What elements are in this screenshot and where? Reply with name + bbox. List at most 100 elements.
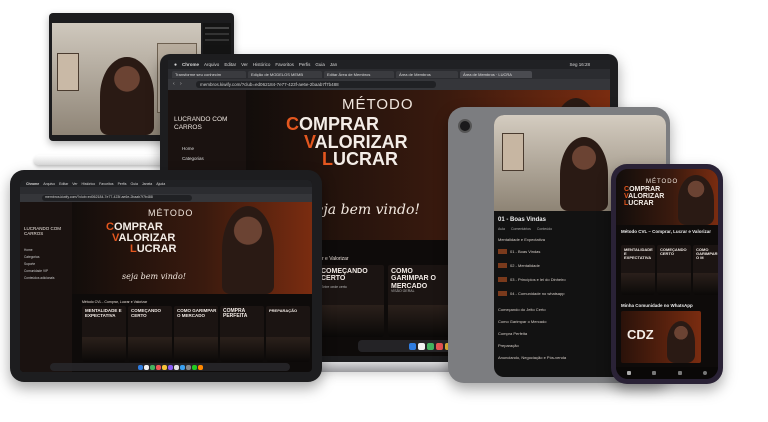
tablet-left-tabbar bbox=[20, 187, 312, 194]
metodo-label: MÉTODO bbox=[148, 208, 194, 218]
play-icon[interactable] bbox=[677, 371, 682, 375]
browser-tab[interactable]: Área de Membros bbox=[396, 70, 458, 78]
forward-icon[interactable]: › bbox=[180, 81, 182, 87]
sidebar-title: LUCRANDO COM CARROS bbox=[24, 226, 62, 237]
menu-chrome[interactable]: Chrome bbox=[182, 62, 199, 67]
community-card[interactable]: CDZ bbox=[621, 311, 701, 363]
menu-ver[interactable]: Ver bbox=[241, 62, 248, 67]
presenter-avatar bbox=[100, 57, 154, 135]
presenter-avatar bbox=[667, 321, 695, 363]
browser-tab[interactable]: Editar Área de Membros bbox=[324, 70, 394, 78]
menu-perfis[interactable]: Perfis bbox=[299, 62, 311, 67]
tab-aula[interactable]: Aula bbox=[498, 227, 505, 231]
browser-tab-active[interactable]: Área de Membros · LUCRA bbox=[460, 70, 532, 78]
menu-ajuda[interactable]: Ajuda bbox=[156, 182, 165, 186]
phone-bottom-nav bbox=[616, 367, 718, 379]
presenter-avatar bbox=[222, 206, 274, 294]
menu-guia[interactable]: Guia bbox=[131, 182, 138, 186]
tab-comentarios[interactable]: Comentários bbox=[511, 227, 531, 231]
settings-icon[interactable] bbox=[185, 364, 191, 370]
laptop-tabbar: Transforme seu conhecim Edição de MODELO… bbox=[168, 69, 610, 79]
sidebar-item[interactable]: Suporte bbox=[24, 262, 35, 266]
camera-icon bbox=[458, 119, 472, 133]
section-heading: Método CVL - Comprar, Lucrar e Valorizar bbox=[82, 300, 148, 304]
presenter-avatar bbox=[560, 137, 608, 211]
browser-tab[interactable]: Transforme seu conhecim bbox=[172, 70, 246, 78]
menu-historico[interactable]: Histórico bbox=[253, 62, 271, 67]
course-card[interactable]: COMEÇANDO CERTO bbox=[128, 306, 172, 362]
appstore-icon[interactable] bbox=[179, 364, 185, 370]
lesson-title: 01 - Boas Vindas bbox=[498, 217, 546, 223]
calendar-icon[interactable] bbox=[155, 364, 161, 370]
address-input[interactable]: membros.kiwify.com/?club=ed062184-7e77-4… bbox=[196, 81, 436, 88]
menu-historico[interactable]: Histórico bbox=[82, 182, 96, 186]
apple-icon[interactable]: ● bbox=[174, 62, 177, 68]
sidebar-item-categorias[interactable]: Categorias bbox=[182, 156, 204, 161]
wall-frame bbox=[57, 53, 79, 91]
home-icon[interactable] bbox=[626, 371, 631, 375]
course-card[interactable]: COMO GARIMPAR O MERCADO bbox=[174, 306, 218, 362]
menu-arquivo[interactable]: Arquivo bbox=[204, 62, 219, 67]
menu-arquivo[interactable]: Arquivo bbox=[43, 182, 55, 186]
notes-icon[interactable] bbox=[161, 364, 167, 370]
menu-janela[interactable]: Janela bbox=[142, 182, 152, 186]
music-icon[interactable] bbox=[173, 364, 179, 370]
tablet-left-menubar: Chrome Arquivo Editar Ver Histórico Favo… bbox=[20, 180, 312, 187]
welcome-text: seja bem vindo! bbox=[308, 202, 420, 218]
devices-mockup: ● Chrome Arquivo Editar Ver Histórico Fa… bbox=[0, 0, 768, 422]
sidebar-item[interactable]: Comunidade VIP bbox=[24, 269, 48, 273]
course-card[interactable]: COMEÇANDO CERTO bbox=[657, 245, 691, 295]
grid-icon[interactable] bbox=[652, 371, 657, 375]
chrome-icon[interactable] bbox=[143, 364, 149, 370]
messages-icon[interactable] bbox=[426, 342, 434, 350]
calendar-icon[interactable] bbox=[435, 342, 443, 350]
tablet-left: Chrome Arquivo Editar Ver Histórico Favo… bbox=[10, 170, 322, 382]
photos-icon[interactable] bbox=[197, 364, 203, 370]
sidebar-item-home[interactable]: Home bbox=[182, 146, 194, 151]
phone: MÉTODO COMPRAR VALORIZAR LUCRAR Método C… bbox=[611, 164, 723, 384]
headline: COMPRAR VALORIZAR LUCRAR bbox=[106, 221, 177, 255]
course-card[interactable]: MENTALIDADE E EXPECTATIVA bbox=[621, 245, 655, 295]
menu-favoritos[interactable]: Favoritos bbox=[99, 182, 113, 186]
section-heading: r e Valorizar bbox=[322, 256, 349, 262]
menu-editar[interactable]: Editar bbox=[224, 62, 236, 67]
headline: COMPRAR VALORIZAR LUCRAR bbox=[624, 186, 665, 207]
address-input[interactable]: membros.kiwify.com/?club=ed062184-7e77-4… bbox=[42, 195, 192, 201]
menu-chrome[interactable]: Chrome bbox=[26, 182, 39, 186]
sidebar-item[interactable]: Home bbox=[24, 248, 33, 252]
back-icon[interactable]: ‹ bbox=[173, 81, 175, 87]
course-card[interactable]: COMO GARIMPAR O M bbox=[693, 245, 718, 295]
messages-icon[interactable] bbox=[149, 364, 155, 370]
user-icon[interactable] bbox=[703, 371, 708, 375]
headline: COMPRAR VALORIZAR LUCRAR bbox=[286, 114, 408, 170]
course-card[interactable]: COMPRA PERFEITA bbox=[220, 306, 264, 362]
course-card[interactable]: MENTALIDADE E EXPECTATIVA bbox=[82, 306, 126, 362]
menu-ver[interactable]: Ver bbox=[72, 182, 77, 186]
menu-editar[interactable]: Editar bbox=[59, 182, 68, 186]
tablet-left-urlbar: membros.kiwify.com/?club=ed062184-7e77-4… bbox=[20, 194, 312, 202]
tab-conteudo[interactable]: Conteúdo bbox=[537, 227, 552, 231]
tablet-left-screen: Chrome Arquivo Editar Ver Histórico Favo… bbox=[20, 180, 312, 372]
facetime-icon[interactable] bbox=[191, 364, 197, 370]
finder-icon[interactable] bbox=[137, 364, 143, 370]
metodo-label: MÉTODO bbox=[646, 179, 679, 185]
presenter-avatar bbox=[678, 175, 714, 225]
chrome-icon[interactable] bbox=[417, 342, 425, 350]
finder-icon[interactable] bbox=[408, 342, 416, 350]
course-card[interactable]: COMEÇANDO CERTO Entre onde certo bbox=[318, 265, 384, 337]
menu-favoritos[interactable]: Favoritos bbox=[275, 62, 294, 67]
sidebar-item[interactable]: Conteúdos adicionais bbox=[24, 276, 54, 280]
metodo-label: MÉTODO bbox=[342, 96, 414, 113]
course-card[interactable]: COMO GARIMPAR O MERCADO VISÃO GERAL bbox=[388, 265, 454, 337]
menu-guia[interactable]: Guia bbox=[315, 62, 325, 67]
menu-janela[interactable]: Jan bbox=[330, 62, 337, 67]
tablet-left-sidebar: LUCRANDO COM CARROS Home Categorias Supo… bbox=[20, 202, 72, 372]
wall-frame bbox=[502, 133, 524, 171]
browser-tab[interactable]: Edição de MODELOS MEMB bbox=[248, 70, 322, 78]
course-card[interactable]: PREPARAÇÃO bbox=[266, 306, 310, 362]
tablet-left-hero: MÉTODO COMPRAR VALORIZAR LUCRAR seja bem… bbox=[72, 202, 312, 294]
menu-perfis[interactable]: Perfis bbox=[118, 182, 127, 186]
podcast-icon[interactable] bbox=[167, 364, 173, 370]
laptop-urlbar: ‹ › membros.kiwify.com/?club=ed062184-7e… bbox=[168, 79, 610, 90]
sidebar-item[interactable]: Categorias bbox=[24, 255, 39, 259]
